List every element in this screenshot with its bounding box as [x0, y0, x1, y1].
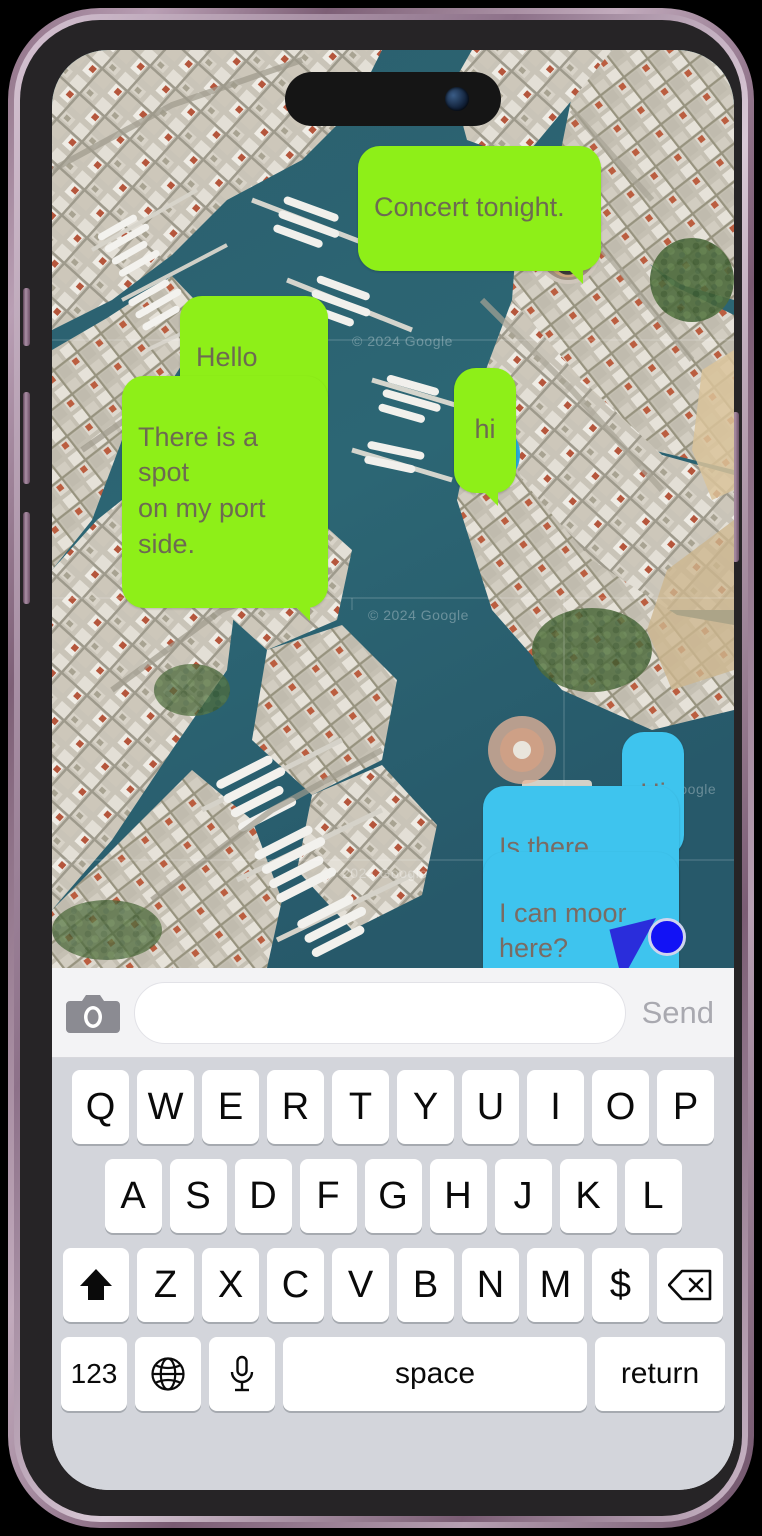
keyboard-row-3: Z X C V B N M $: [57, 1248, 729, 1322]
key-h[interactable]: H: [429, 1159, 487, 1233]
microphone-icon: [230, 1355, 254, 1392]
key-dollar[interactable]: $: [592, 1248, 649, 1322]
chat-bubble-text: Concert tonight.: [374, 191, 565, 222]
key-g[interactable]: G: [364, 1159, 422, 1233]
phone-frame: © 2024 Google © 2024 Google Google 2024 …: [8, 8, 754, 1528]
key-t[interactable]: T: [332, 1070, 389, 1144]
return-key[interactable]: return: [595, 1337, 725, 1411]
keyboard-row-2: A S D F G H J K L: [57, 1159, 729, 1233]
volume-down-button[interactable]: [23, 512, 30, 604]
bubble-tail: [478, 485, 498, 506]
map-attribution: © 2024 Google: [368, 607, 469, 623]
key-l[interactable]: L: [624, 1159, 682, 1233]
globe-key[interactable]: [135, 1337, 201, 1411]
key-u[interactable]: U: [462, 1070, 519, 1144]
space-key[interactable]: space: [283, 1337, 587, 1411]
chat-bubble-outgoing[interactable]: Concert tonight.: [358, 146, 601, 284]
chat-bubble-outgoing[interactable]: hi: [454, 368, 516, 506]
shift-key[interactable]: [63, 1248, 129, 1322]
on-screen-keyboard: Q W E R T Y U I O P A S D F G H J K L Z …: [52, 1058, 734, 1490]
keyboard-row-1: Q W E R T Y U I O P: [57, 1070, 729, 1144]
key-s[interactable]: S: [169, 1159, 227, 1233]
keyboard-row-4: 123 space return: [57, 1337, 729, 1411]
key-q[interactable]: Q: [72, 1070, 129, 1144]
chat-bubble-text: hi: [474, 413, 496, 444]
key-m[interactable]: M: [527, 1248, 584, 1322]
map-attribution: 2024 Google: [342, 865, 428, 881]
chat-bubble-text: Hello: [196, 341, 258, 372]
dynamic-island[interactable]: [285, 72, 501, 126]
key-d[interactable]: D: [234, 1159, 292, 1233]
key-n[interactable]: N: [462, 1248, 519, 1322]
volume-up-button[interactable]: [23, 392, 30, 484]
key-b[interactable]: B: [397, 1248, 454, 1322]
send-button[interactable]: Send: [640, 995, 720, 1031]
key-w[interactable]: W: [137, 1070, 194, 1144]
front-camera-icon: [445, 87, 469, 111]
shift-icon: [80, 1269, 112, 1300]
key-x[interactable]: X: [202, 1248, 259, 1322]
my-location-marker[interactable]: [608, 912, 694, 968]
backspace-key[interactable]: [657, 1248, 723, 1322]
key-r[interactable]: R: [267, 1070, 324, 1144]
key-v[interactable]: V: [332, 1248, 389, 1322]
dictation-key[interactable]: [209, 1337, 275, 1411]
camera-icon: [66, 994, 120, 1033]
key-e[interactable]: E: [202, 1070, 259, 1144]
key-f[interactable]: F: [299, 1159, 357, 1233]
globe-icon: [151, 1357, 185, 1391]
chat-bubble-text: There is a spot on my port side.: [138, 421, 266, 559]
location-dot-icon: [648, 918, 686, 956]
action-button[interactable]: [23, 288, 30, 346]
key-o[interactable]: O: [592, 1070, 649, 1144]
chat-bubble-outgoing[interactable]: There is a spot on my port side.: [122, 376, 328, 621]
phone-body: © 2024 Google © 2024 Google Google 2024 …: [20, 20, 742, 1516]
numeric-key[interactable]: 123: [61, 1337, 127, 1411]
key-k[interactable]: K: [559, 1159, 617, 1233]
key-z[interactable]: Z: [137, 1248, 194, 1322]
camera-button[interactable]: [66, 991, 120, 1035]
key-c[interactable]: C: [267, 1248, 324, 1322]
key-a[interactable]: A: [104, 1159, 162, 1233]
key-j[interactable]: J: [494, 1159, 552, 1233]
phone-screen: © 2024 Google © 2024 Google Google 2024 …: [52, 50, 734, 1490]
key-y[interactable]: Y: [397, 1070, 454, 1144]
key-p[interactable]: P: [657, 1070, 714, 1144]
key-i[interactable]: I: [527, 1070, 584, 1144]
map-attribution: © 2024 Google: [352, 333, 453, 349]
message-input[interactable]: [134, 981, 626, 1044]
bubble-tail: [290, 600, 310, 621]
backspace-icon: [668, 1269, 712, 1301]
bubble-tail: [563, 263, 583, 284]
message-input-bar: Send: [52, 968, 734, 1058]
satellite-map-view[interactable]: © 2024 Google © 2024 Google Google 2024 …: [52, 50, 734, 968]
